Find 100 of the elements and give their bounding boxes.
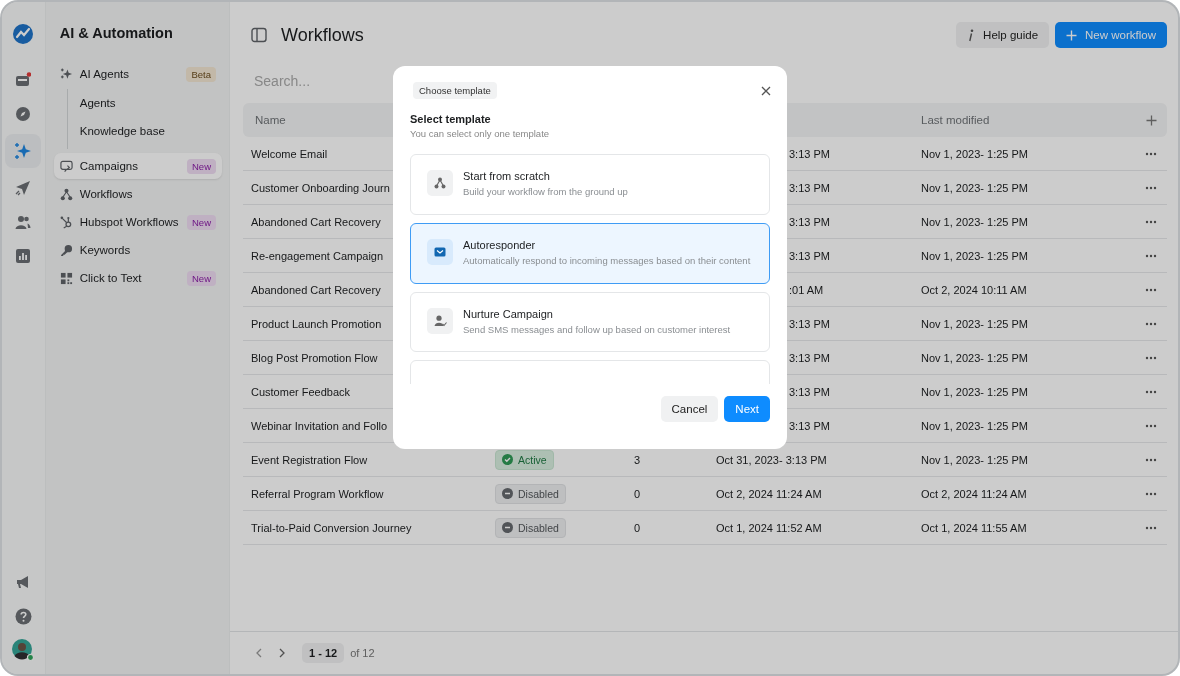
table-cell: Event Registration Flow	[251, 453, 368, 466]
table-cell: Abandoned Cart Recovery	[251, 215, 381, 228]
previous-page-icon[interactable]	[255, 648, 263, 658]
dialog-title: Select template	[410, 113, 492, 125]
template-description: Automatically respond to incoming messages based on their content	[463, 254, 751, 268]
table-cell: Nov 1, 2023- 1:25 PM	[921, 215, 1028, 228]
status-tag: Disabled	[495, 517, 566, 538]
table-cell: Nov 1, 2023- 1:25 PM	[921, 385, 1028, 398]
page-range: 1 - 12	[302, 643, 345, 663]
minus-circle-icon	[502, 522, 513, 533]
dialog-subtitle: You can select only one template	[410, 128, 551, 139]
minus-circle-icon	[502, 488, 513, 499]
help-guide-button[interactable]: Help guide	[956, 22, 1050, 48]
close-icon[interactable]	[761, 85, 771, 96]
sparkle-button[interactable]	[5, 134, 42, 168]
next-page-icon[interactable]	[278, 648, 286, 658]
more-icon[interactable]	[1145, 185, 1157, 190]
nav-subitem[interactable]: Agents	[79, 89, 222, 117]
table-cell: Oct 2, 2024 10:11 AM	[921, 283, 1027, 296]
tag: New	[187, 270, 216, 286]
table-cell: Oct 1, 2024 11:52 AM	[716, 521, 822, 534]
table-cell: :01 AM	[789, 283, 824, 296]
compass-icon	[15, 106, 32, 122]
table-cell: Welcome Email	[251, 147, 328, 160]
more-icon[interactable]	[1145, 525, 1157, 530]
person-check-icon	[433, 314, 447, 327]
table-cell: Nov 1, 2023- 1:25 PM	[921, 453, 1028, 466]
status-tag: Disabled	[495, 483, 566, 504]
nav-item[interactable]: AI Agents Beta	[53, 61, 222, 87]
nav-item[interactable]: Campaigns New	[53, 153, 222, 179]
table-cell: 3:13 PM	[789, 317, 830, 330]
tag: Beta	[186, 66, 216, 82]
key-icon	[59, 243, 73, 257]
table-cell: 3:13 PM	[789, 147, 830, 160]
table-cell: 3:13 PM	[789, 181, 830, 194]
table-cell: Oct 2, 2024 11:24 AM	[921, 487, 1027, 500]
more-icon[interactable]	[1145, 219, 1157, 224]
more-icon[interactable]	[1145, 491, 1157, 496]
template-option[interactable]: Nurture Campaign Send SMS messages and follow up based on customer interest	[410, 291, 770, 353]
table-cell: Oct 1, 2024 11:55 AM	[921, 521, 1027, 534]
plus-icon	[1066, 29, 1078, 41]
template-description: Send SMS messages and follow up based on customer interest	[463, 323, 731, 337]
nav-item[interactable]: Keywords	[53, 237, 222, 263]
more-icon[interactable]	[1145, 423, 1157, 428]
chat-icon	[59, 159, 73, 173]
table-cell: Oct 2, 2024 11:24 AM	[716, 487, 822, 500]
more-icon[interactable]	[1145, 321, 1157, 326]
page-total: of 12	[350, 647, 375, 659]
tag: New	[187, 158, 216, 174]
info-icon	[967, 28, 976, 42]
envelope-icon	[434, 246, 446, 257]
sidebar-toggle-icon[interactable]	[251, 27, 267, 43]
nav-item[interactable]: Workflows	[53, 181, 222, 207]
hub-icon	[59, 215, 73, 229]
send-icon	[15, 180, 32, 196]
status-tag: Active	[495, 449, 554, 470]
table-cell: Referral Program Workflow	[251, 487, 384, 500]
dialog-label: Choose template	[413, 82, 497, 99]
table-cell: 3:13 PM	[789, 351, 830, 364]
hierarchy-icon	[434, 177, 446, 189]
nav-item[interactable]: Click to Text New	[53, 265, 222, 291]
table-cell: Trial-to-Paid Conversion Journey	[251, 521, 412, 534]
sparkle-icon	[59, 67, 73, 81]
table-cell: Customer Feedback	[251, 385, 351, 398]
table-cell: Blog Post Promotion Flow	[251, 351, 378, 364]
table-cell: Nov 1, 2023- 1:25 PM	[921, 181, 1028, 194]
more-icon[interactable]	[1145, 287, 1157, 292]
table-cell: 3:13 PM	[789, 249, 830, 262]
chart-icon	[15, 248, 32, 264]
more-icon[interactable]	[1145, 355, 1157, 360]
template-title: Nurture Campaign	[463, 307, 554, 320]
section-title: AI & Automation	[58, 25, 174, 41]
table-cell: Nov 1, 2023- 1:25 PM	[921, 317, 1028, 330]
logo-icon	[12, 23, 35, 45]
template-title: Start from scratch	[463, 170, 551, 182]
add-column-icon[interactable]	[1145, 114, 1157, 126]
table-cell: 3:13 PM	[789, 215, 830, 228]
nav-subitem[interactable]: Knowledge base	[79, 117, 222, 145]
check-circle-icon	[502, 454, 513, 465]
more-icon[interactable]	[1145, 253, 1157, 258]
cancel-button[interactable]: Cancel	[660, 396, 719, 422]
table-cell: 3	[634, 453, 641, 466]
table-cell: Nov 1, 2023- 1:25 PM	[921, 147, 1028, 160]
more-icon[interactable]	[1145, 389, 1157, 394]
table-cell: Customer Onboarding Journ	[251, 181, 390, 194]
table-cell: Re-engagement Campaign	[251, 249, 384, 262]
page-title: Workflows	[281, 24, 364, 46]
more-icon[interactable]	[1145, 457, 1157, 462]
template-option[interactable]: Autoresponder Automatically respond to incoming messages based on their content	[410, 222, 770, 284]
more-icon[interactable]	[1145, 151, 1157, 156]
table-cell: 3:13 PM	[789, 385, 830, 398]
table-cell: 0	[634, 487, 641, 500]
table-cell: Webinar Invitation and Follo	[251, 419, 388, 432]
people-icon	[15, 214, 32, 230]
table-cell: 3:13 PM	[789, 419, 830, 432]
qr-icon	[59, 271, 73, 285]
column-header: Name	[255, 114, 286, 126]
template-option[interactable]: Start from scratch Build your workflow from the ground up	[410, 154, 770, 215]
nav-item[interactable]: Hubspot Workflows New	[53, 209, 222, 235]
table-cell: Nov 1, 2023- 1:25 PM	[921, 249, 1028, 262]
